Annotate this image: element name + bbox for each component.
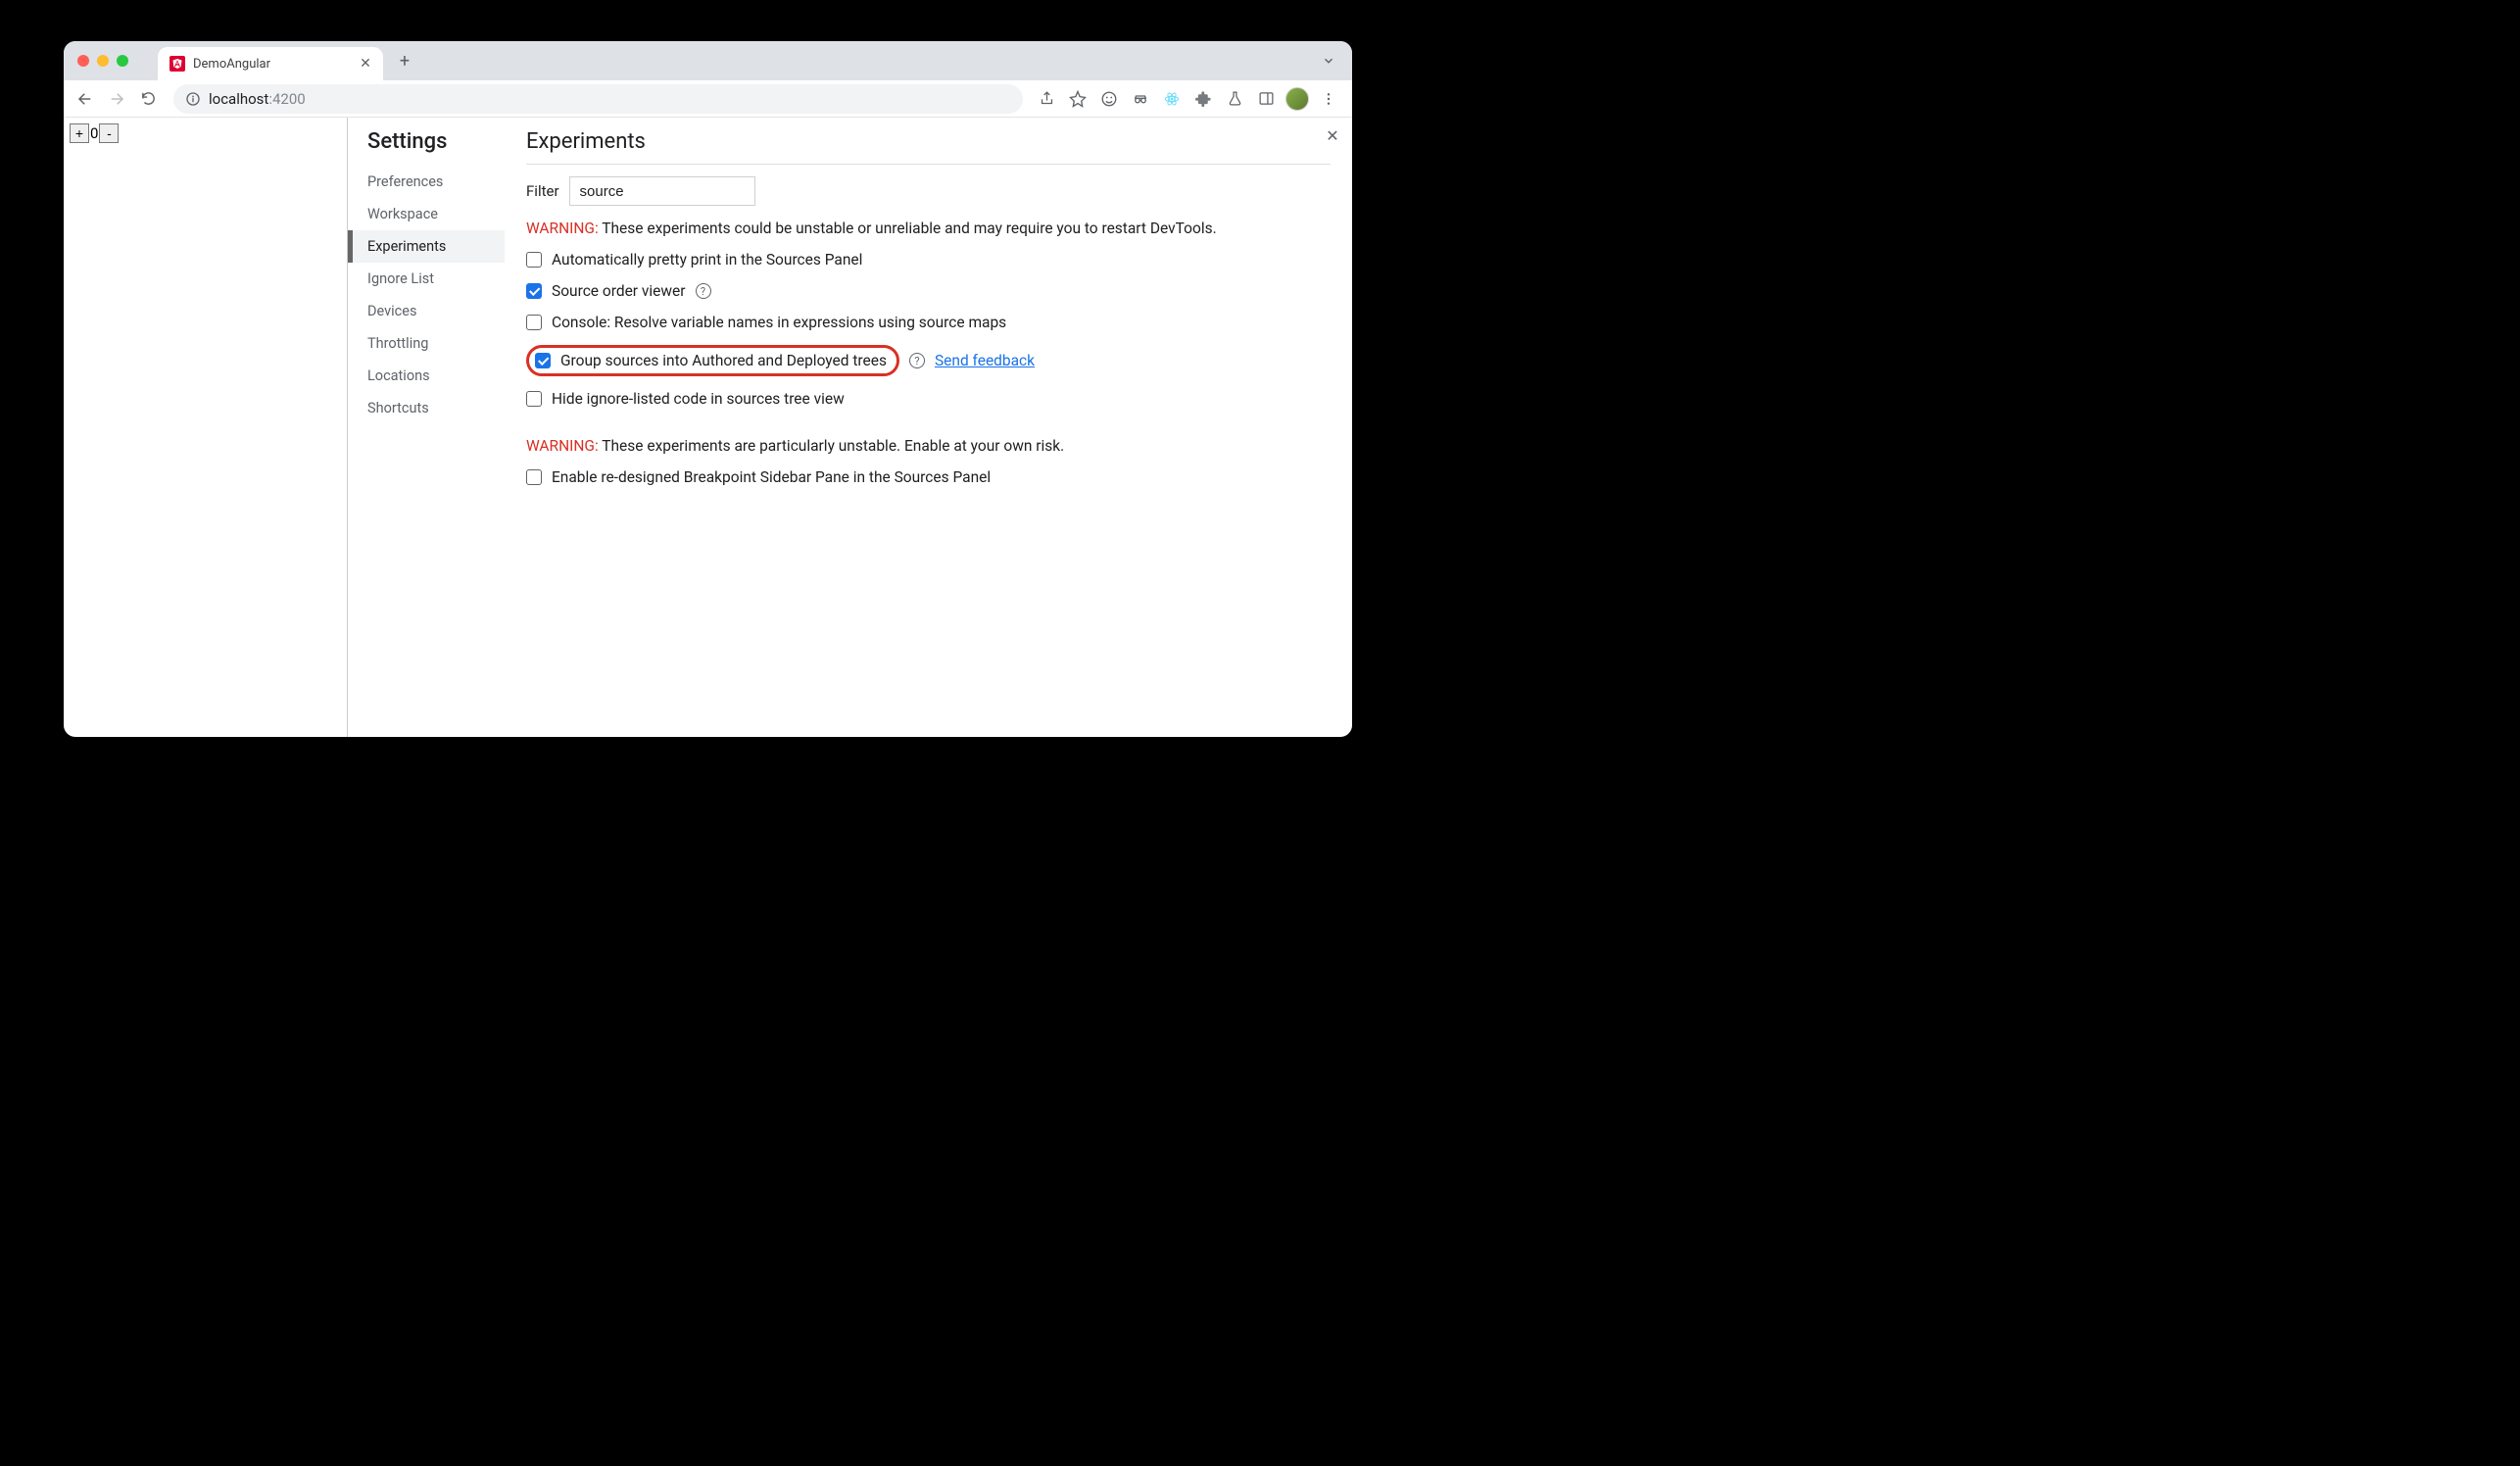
sidebar-item-shortcuts[interactable]: Shortcuts <box>367 392 505 424</box>
experiment-label: Automatically pretty print in the Source… <box>552 251 862 269</box>
settings-title: Settings <box>367 129 505 154</box>
address-bar[interactable]: localhost:4200 <box>173 84 1023 114</box>
browser-tab[interactable]: DemoAngular ✕ <box>158 47 383 80</box>
url-port: :4200 <box>268 90 305 108</box>
experiment-label: Console: Resolve variable names in expre… <box>552 314 1006 331</box>
experiment-console-resolve: Console: Resolve variable names in expre… <box>526 314 1331 331</box>
browser-window: DemoAngular ✕ + localhost:4200 <box>64 41 1352 737</box>
sidebar-item-preferences[interactable]: Preferences <box>367 166 505 198</box>
checkbox-pretty-print[interactable] <box>526 252 542 268</box>
experiment-label: Group sources into Authored and Deployed… <box>560 352 887 369</box>
help-icon[interactable]: ? <box>696 283 711 299</box>
warning-very-unstable: WARNING: These experiments are particula… <box>526 437 1331 455</box>
warning-label: WARNING: <box>526 437 599 455</box>
sidebar-item-throttling[interactable]: Throttling <box>367 327 505 360</box>
close-icon[interactable]: ✕ <box>1323 125 1342 145</box>
experiment-breakpoint-sidebar: Enable re-designed Breakpoint Sidebar Pa… <box>526 468 1331 486</box>
bookmark-star-icon[interactable] <box>1066 87 1090 111</box>
incognito-glasses-icon[interactable] <box>1129 87 1152 111</box>
experiment-hide-ignore: Hide ignore-listed code in sources tree … <box>526 390 1331 408</box>
toolbar-actions <box>1035 87 1344 111</box>
tab-title: DemoAngular <box>193 57 358 72</box>
highlight-ring: Group sources into Authored and Deployed… <box>526 345 899 376</box>
warning-label: WARNING: <box>526 220 599 237</box>
labs-flask-icon[interactable] <box>1223 87 1246 111</box>
share-icon[interactable] <box>1035 87 1058 111</box>
experiment-pretty-print: Automatically pretty print in the Source… <box>526 251 1331 269</box>
url-text: localhost:4200 <box>209 89 306 108</box>
angular-icon <box>170 56 185 72</box>
page-title: Experiments <box>526 129 1331 154</box>
settings-main: Experiments Filter WARNING: These experi… <box>505 118 1352 737</box>
experiment-label: Hide ignore-listed code in sources tree … <box>552 390 845 408</box>
checkbox-hide-ignore[interactable] <box>526 391 542 407</box>
content-area: + 0 - ✕ Settings Preferences Workspace E… <box>64 118 1352 737</box>
reload-button[interactable] <box>134 85 162 113</box>
settings-nav: Preferences Workspace Experiments Ignore… <box>367 166 505 424</box>
counter-increment-button[interactable]: + <box>70 123 89 143</box>
filter-input[interactable] <box>569 176 755 206</box>
tab-close-icon[interactable]: ✕ <box>358 56 373 72</box>
devtools-settings-panel: ✕ Settings Preferences Workspace Experim… <box>348 118 1352 737</box>
site-info-icon[interactable] <box>185 91 201 107</box>
back-button[interactable] <box>72 85 99 113</box>
forward-button[interactable] <box>103 85 130 113</box>
incognito-face-icon[interactable] <box>1097 87 1121 111</box>
sidebar-item-experiments[interactable]: Experiments <box>348 230 505 263</box>
react-devtools-icon[interactable] <box>1160 87 1184 111</box>
experiment-source-order: Source order viewer ? <box>526 282 1331 300</box>
new-tab-button[interactable]: + <box>391 47 418 74</box>
divider <box>526 164 1331 165</box>
traffic-lights <box>77 55 128 67</box>
chevron-down-icon[interactable] <box>1317 49 1340 73</box>
filter-row: Filter <box>526 176 1331 206</box>
warning-text: These experiments are particularly unsta… <box>599 437 1065 455</box>
checkbox-source-order[interactable] <box>526 283 542 299</box>
experiment-label: Enable re-designed Breakpoint Sidebar Pa… <box>552 468 991 486</box>
settings-sidebar: Settings Preferences Workspace Experimen… <box>348 118 505 737</box>
page-content: + 0 - <box>64 118 348 737</box>
warning-text: These experiments could be unstable or u… <box>599 220 1217 237</box>
checkbox-group-sources[interactable] <box>535 353 551 368</box>
checkbox-breakpoint-sidebar[interactable] <box>526 469 542 485</box>
window-maximize-button[interactable] <box>117 55 128 67</box>
send-feedback-link[interactable]: Send feedback <box>935 352 1035 369</box>
counter-widget: + 0 - <box>70 123 341 143</box>
extensions-puzzle-icon[interactable] <box>1191 87 1215 111</box>
sidebar-item-locations[interactable]: Locations <box>367 360 505 392</box>
kebab-menu-icon[interactable] <box>1317 87 1340 111</box>
counter-value: 0 <box>89 124 99 142</box>
titlebar: DemoAngular ✕ + <box>64 41 1352 80</box>
help-icon[interactable]: ? <box>909 353 925 368</box>
experiment-group-sources: Group sources into Authored and Deployed… <box>526 345 1331 376</box>
counter-decrement-button[interactable]: - <box>99 123 119 143</box>
browser-toolbar: localhost:4200 <box>64 80 1352 118</box>
sidebar-item-ignorelist[interactable]: Ignore List <box>367 263 505 295</box>
warning-unstable: WARNING: These experiments could be unst… <box>526 220 1331 237</box>
sidebar-item-devices[interactable]: Devices <box>367 295 505 327</box>
checkbox-console-resolve[interactable] <box>526 315 542 330</box>
window-minimize-button[interactable] <box>97 55 109 67</box>
profile-avatar[interactable] <box>1285 87 1309 111</box>
experiment-label: Source order viewer <box>552 282 686 300</box>
url-host: localhost <box>209 90 268 108</box>
filter-label: Filter <box>526 182 559 200</box>
side-panel-icon[interactable] <box>1254 87 1278 111</box>
window-close-button[interactable] <box>77 55 89 67</box>
sidebar-item-workspace[interactable]: Workspace <box>367 198 505 230</box>
